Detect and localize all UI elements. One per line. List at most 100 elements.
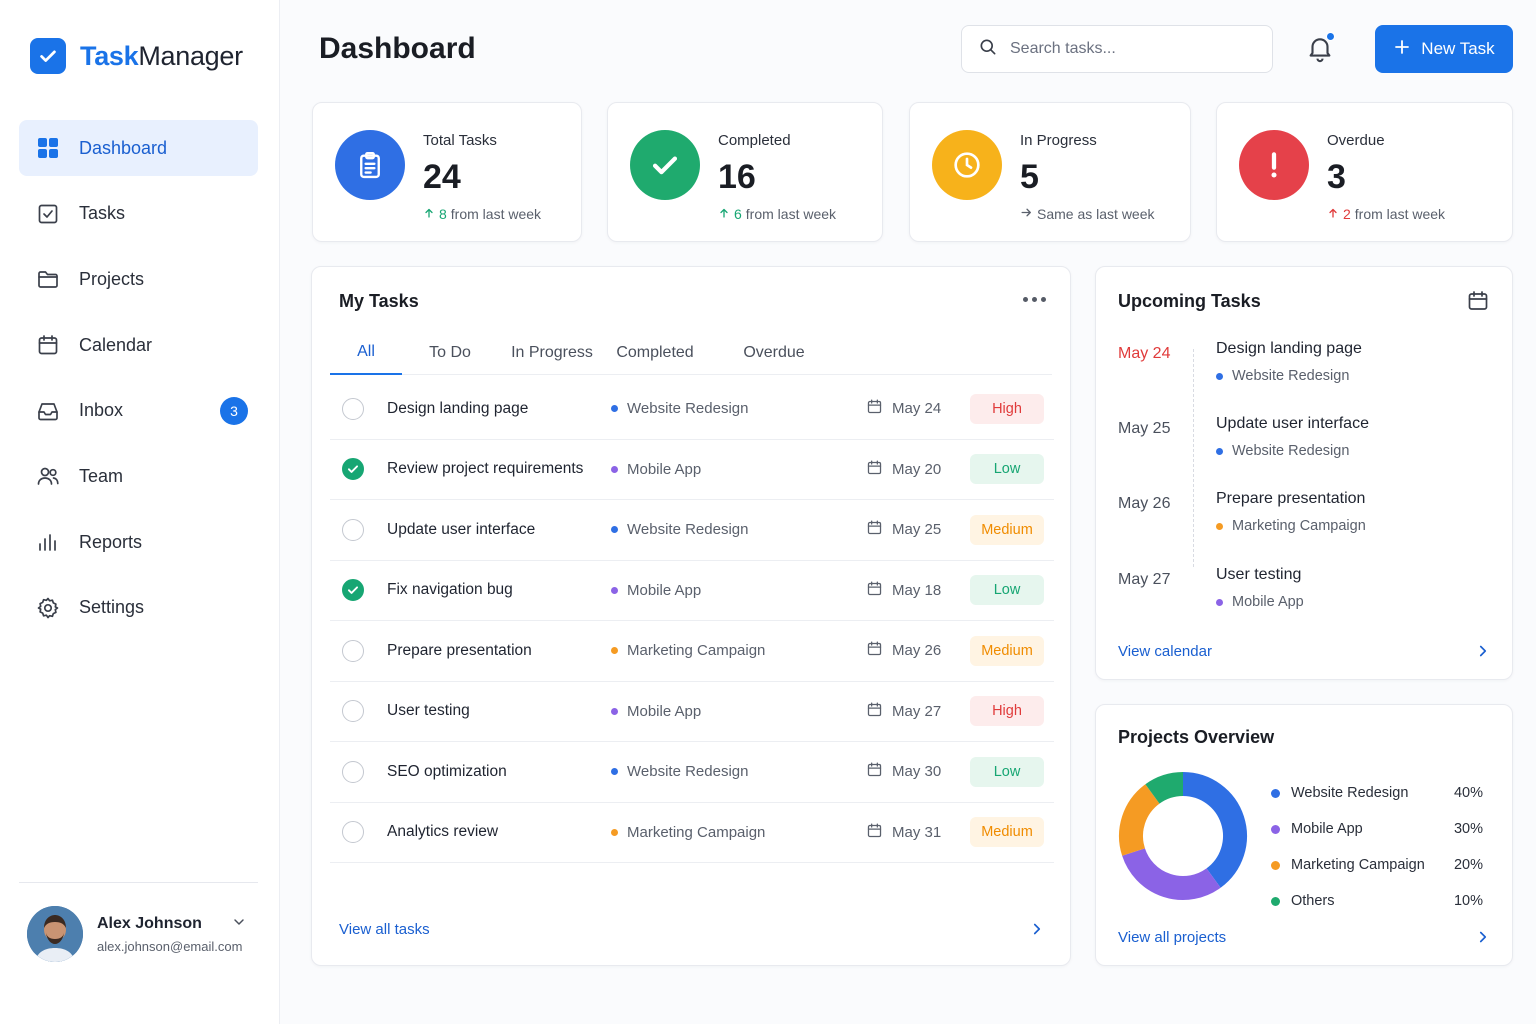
task-project: Mobile App — [611, 461, 701, 478]
task-project: Mobile App — [611, 582, 701, 599]
timeline-line — [1193, 349, 1194, 567]
task-checkbox[interactable] — [342, 760, 364, 783]
stat-card-overdue[interactable]: Overdue 3 2 from last week — [1216, 102, 1513, 242]
search-icon — [978, 37, 998, 62]
task-row[interactable]: Fix navigation bug Mobile App May 18 Low — [330, 561, 1054, 621]
task-project: Website Redesign — [611, 763, 748, 780]
stat-value: 16 — [718, 158, 756, 196]
project-dot — [611, 526, 618, 534]
user-email: alex.johnson@email.com — [97, 938, 243, 954]
task-row[interactable]: Prepare presentation Marketing Campaign … — [330, 621, 1054, 682]
grid-icon — [35, 135, 61, 161]
calendar-icon — [866, 822, 883, 843]
arrow-right-icon — [1020, 206, 1033, 222]
task-row[interactable]: SEO optimization Website Redesign May 30… — [330, 742, 1054, 803]
view-calendar-link[interactable]: View calendar — [1118, 643, 1212, 660]
sidebar-item-tasks[interactable]: Tasks — [19, 186, 258, 242]
stat-card-total-tasks[interactable]: Total Tasks 24 8 from last week — [312, 102, 582, 242]
projects-legend: Website Redesign 40% Mobile App 30% Mark… — [1271, 775, 1483, 919]
sidebar-nav: Dashboard Tasks Projects Calendar Inbox … — [19, 120, 258, 646]
stat-value: 24 — [423, 158, 461, 196]
task-due-date: May 30 — [866, 761, 941, 782]
view-all-tasks-link[interactable]: View all tasks — [339, 921, 430, 938]
search-input[interactable] — [1010, 40, 1250, 58]
bar-chart-icon — [35, 529, 61, 555]
upcoming-project: Website Redesign — [1216, 443, 1349, 459]
task-checkbox[interactable] — [342, 700, 364, 723]
tab-in-progress[interactable]: In Progress — [498, 331, 606, 375]
project-dot — [611, 465, 618, 473]
tab-completed[interactable]: Completed — [606, 331, 704, 375]
calendar-icon — [866, 701, 883, 722]
task-date-label: May 30 — [892, 763, 942, 781]
stat-card-completed[interactable]: Completed 16 6 from last week — [607, 102, 883, 242]
stat-change-text: from last week — [745, 206, 837, 222]
sidebar-item-calendar[interactable]: Calendar — [19, 317, 258, 373]
task-row[interactable]: Review project requirements Mobile App M… — [330, 440, 1054, 500]
sidebar-item-label: Dashboard — [79, 137, 168, 158]
priority-badge: Low — [970, 454, 1044, 485]
task-checkbox[interactable] — [342, 518, 364, 541]
task-checkbox[interactable] — [342, 821, 364, 844]
task-row[interactable]: Design landing page Website Redesign May… — [330, 379, 1054, 440]
gear-icon — [35, 595, 61, 621]
sidebar-item-dashboard[interactable]: Dashboard — [19, 120, 258, 176]
priority-badge: High — [970, 696, 1044, 727]
calendar-icon[interactable] — [1466, 289, 1490, 318]
new-task-button[interactable]: New Task — [1375, 25, 1513, 73]
project-dot — [1216, 598, 1223, 606]
stat-label: Total Tasks — [423, 132, 497, 149]
more-options-icon[interactable] — [1023, 297, 1046, 302]
tab-to-do[interactable]: To Do — [402, 331, 498, 375]
sidebar-item-label: Reports — [79, 531, 143, 552]
arrow-up-icon — [423, 206, 435, 222]
task-checkbox[interactable] — [342, 397, 364, 420]
chevron-right-icon[interactable] — [1474, 642, 1492, 665]
task-due-date: May 25 — [866, 519, 941, 540]
project-dot — [611, 768, 618, 776]
my-tasks-title: My Tasks — [339, 291, 419, 311]
priority-badge: Medium — [970, 514, 1044, 545]
priority-badge: Low — [970, 575, 1044, 606]
task-row[interactable]: User testing Mobile App May 27 High — [330, 682, 1054, 742]
task-row[interactable]: Update user interface Website Redesign M… — [330, 500, 1054, 561]
chevron-down-icon[interactable] — [231, 914, 247, 935]
chevron-right-icon[interactable] — [1028, 920, 1046, 943]
stat-change: 2 from last week — [1327, 206, 1445, 222]
user-profile[interactable]: Alex Johnson alex.johnson@email.com — [27, 906, 242, 962]
sidebar-item-settings[interactable]: Settings — [19, 580, 258, 636]
sidebar-item-reports[interactable]: Reports — [19, 514, 258, 570]
view-all-projects-link[interactable]: View all projects — [1118, 929, 1226, 946]
task-checkbox[interactable] — [342, 639, 364, 662]
task-checkbox[interactable] — [342, 579, 364, 602]
stat-change-value: 2 — [1343, 206, 1351, 222]
tab-all[interactable]: All — [330, 331, 402, 375]
task-row[interactable]: Analytics review Marketing Campaign May … — [330, 803, 1054, 863]
task-name: Design landing page — [387, 399, 529, 417]
task-due-date: May 26 — [866, 640, 941, 661]
chevron-right-icon[interactable] — [1474, 928, 1492, 951]
task-name: Prepare presentation — [387, 641, 532, 659]
stat-label: Completed — [718, 132, 791, 149]
sidebar-item-inbox[interactable]: Inbox 3 — [19, 383, 258, 439]
stat-card-in-progress[interactable]: In Progress 5 Same as last week — [909, 102, 1191, 242]
priority-badge: High — [970, 393, 1044, 424]
sidebar-item-projects[interactable]: Projects — [19, 251, 258, 307]
task-checkbox[interactable] — [342, 458, 364, 481]
task-due-date: May 31 — [866, 822, 941, 843]
task-name: Fix navigation bug — [387, 581, 513, 599]
legend-item: Marketing Campaign 20% — [1271, 847, 1483, 883]
legend-percent: 10% — [1453, 893, 1483, 909]
upcoming-project-label: Website Redesign — [1232, 443, 1350, 459]
search-box[interactable] — [961, 25, 1273, 73]
project-dot — [611, 405, 618, 413]
task-due-date: May 24 — [866, 398, 941, 419]
calendar-icon — [35, 332, 61, 358]
notification-bell-icon[interactable] — [1305, 32, 1337, 66]
project-dot — [611, 707, 618, 715]
sidebar-item-team[interactable]: Team — [19, 448, 258, 504]
tab-overdue[interactable]: Overdue — [704, 331, 844, 375]
plus-icon — [1393, 38, 1411, 61]
legend-label: Marketing Campaign — [1291, 857, 1425, 873]
app-logo[interactable]: TaskManager — [30, 38, 243, 74]
